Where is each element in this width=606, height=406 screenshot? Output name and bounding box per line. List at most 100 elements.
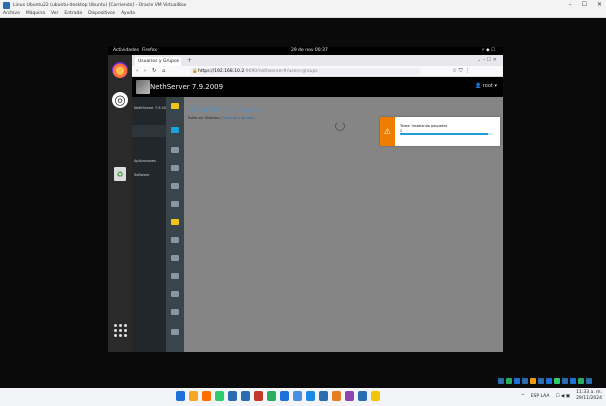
- logs-icon[interactable]: [171, 237, 179, 243]
- ubuntu-dock: ♻: [108, 55, 132, 352]
- gnome-top-bar: Actividades Firefox 29 de nov 00:37 ⚡ ◆ …: [108, 47, 503, 55]
- tab-bar-window-controls[interactable]: ⌄ – ☐ ✕: [477, 57, 497, 63]
- tray-network-icon[interactable]: ☐ ◀ ▣: [555, 394, 570, 399]
- firefox-icon[interactable]: [112, 62, 128, 78]
- vbox-status-icon[interactable]: [530, 378, 536, 384]
- network-icon[interactable]: [171, 147, 179, 153]
- url-path: :9090/nethserver#/users-groups: [244, 69, 318, 74]
- vbox-status-icon[interactable]: [514, 378, 520, 384]
- sidebar-item-aplicaciones[interactable]: Aplicaciones: [134, 159, 156, 163]
- users-icon[interactable]: [171, 127, 179, 133]
- nethserver-title: NethServer 7.9.2009: [150, 83, 224, 91]
- taskbar-app-icon[interactable]: [280, 391, 289, 401]
- url-bar[interactable]: 🔒 https://192.168.10.2:9090/nethserver#/…: [190, 68, 420, 75]
- update-icon[interactable]: [171, 291, 179, 297]
- trash-icon[interactable]: ♻: [114, 167, 126, 181]
- terminal-icon[interactable]: [171, 255, 179, 261]
- warning-icon: ⚠: [380, 117, 395, 146]
- app-menu-firefox[interactable]: Firefox: [142, 48, 157, 53]
- certificates-icon[interactable]: [171, 219, 179, 225]
- expand-icon[interactable]: [171, 329, 179, 335]
- activities-button[interactable]: Actividades: [113, 48, 139, 53]
- vbox-status-icon[interactable]: [546, 378, 552, 384]
- taskbar-clock[interactable]: 11:33 a. m. 29/11/2024: [576, 390, 602, 402]
- taskbar-app-icon[interactable]: [254, 391, 263, 401]
- menu-maquina[interactable]: Máquina: [26, 11, 45, 16]
- taskbar-app-icon[interactable]: [306, 391, 315, 401]
- vbox-title-bar: Linux Ubuntu22 (ubuntu-desktop Ubuntu) […: [0, 0, 606, 10]
- page-title: Usuarios y Grupos: [188, 105, 262, 114]
- taskbar-app-icon[interactable]: [228, 391, 237, 401]
- sidebar-item-active[interactable]: [132, 125, 166, 137]
- gnome-clock[interactable]: 29 de nov 00:37: [291, 48, 328, 53]
- tab-bar: Usuarios y Grupos - NethServer + ⌄ – ☐ ✕: [132, 55, 503, 66]
- settings-icon[interactable]: [171, 273, 179, 279]
- vbox-status-icon[interactable]: [506, 378, 512, 384]
- task-notification: ⚠ Tarea: Instalando paquetes 2: [380, 117, 500, 146]
- taskbar-app-icon[interactable]: [345, 391, 354, 401]
- taskbar-app-icon[interactable]: [189, 391, 198, 401]
- nethserver-header: NethServer 7.9.2009 👤 root ▾: [132, 77, 503, 97]
- maximize-icon[interactable]: ☐: [582, 1, 587, 8]
- vbox-status-icon[interactable]: [578, 378, 584, 384]
- menu-ayuda[interactable]: Ayuda: [121, 11, 135, 16]
- toolbar-right-icons[interactable]: ☆ ⛉ ⋮: [452, 68, 470, 75]
- window-controls: – ☐ ✕: [569, 1, 602, 8]
- taskbar-app-icon[interactable]: [241, 391, 250, 401]
- system-menu[interactable]: ⚡ ◆ ☐: [481, 48, 495, 53]
- backup-icon[interactable]: [171, 201, 179, 207]
- menu-dispositivos[interactable]: Dispositivos: [88, 11, 115, 16]
- forward-icon[interactable]: ›: [144, 68, 146, 74]
- shutdown-icon[interactable]: [171, 309, 179, 315]
- ubuntu-software-icon[interactable]: [112, 92, 128, 108]
- nethserver-logo-icon: [136, 80, 150, 94]
- close-icon[interactable]: ✕: [597, 1, 602, 8]
- vbox-menu-bar: Archivo Máquina Ver Entrada Dispositivos…: [0, 10, 606, 18]
- menu-archivo[interactable]: Archivo: [3, 11, 20, 16]
- vbox-status-icon[interactable]: [538, 378, 544, 384]
- virtualbox-logo-icon: [3, 1, 10, 9]
- reload-icon[interactable]: ↻: [152, 68, 157, 74]
- sidebar-item-software[interactable]: Software: [134, 173, 149, 177]
- taskbar-app-icon[interactable]: [371, 391, 380, 401]
- taskbar-app-icon[interactable]: [332, 391, 341, 401]
- storage-icon[interactable]: [171, 183, 179, 189]
- minimize-icon[interactable]: –: [569, 1, 572, 8]
- user-menu[interactable]: 👤 root ▾: [475, 83, 497, 89]
- icon-sidebar: [166, 97, 184, 352]
- menu-ver[interactable]: Ver: [51, 11, 58, 16]
- breadcrumb: Estás en: Sistema / Usuarios y grupos: [188, 116, 254, 120]
- tab-users-groups[interactable]: Usuarios y Grupos - NethServer: [135, 57, 181, 66]
- taskbar-app-icon[interactable]: [293, 391, 302, 401]
- host-sidebar: NethServer 7.9.2009 Aplicaciones Softwar…: [132, 97, 171, 352]
- home-icon[interactable]: ⌂: [162, 68, 166, 74]
- taskbar-app-icon[interactable]: [215, 391, 224, 401]
- input-language[interactable]: ESP LAA: [531, 394, 550, 399]
- vbox-status-icon[interactable]: [522, 378, 528, 384]
- taskbar-app-icon[interactable]: [358, 391, 367, 401]
- windows-taskbar: ^ ESP LAA ☐ ◀ ▣ 11:33 a. m. 29/11/2024: [0, 388, 606, 406]
- vbox-status-icon[interactable]: [498, 378, 504, 384]
- vbox-status-icon[interactable]: [586, 378, 592, 384]
- back-icon[interactable]: ‹: [136, 68, 138, 74]
- app-grid-icon[interactable]: [112, 322, 128, 338]
- vbox-status-icon[interactable]: [562, 378, 568, 384]
- services-icon[interactable]: [171, 165, 179, 171]
- vbox-status-icons: [498, 378, 592, 384]
- tray-chevron-icon[interactable]: ^: [521, 394, 525, 399]
- taskbar-app-icon[interactable]: [267, 391, 276, 401]
- lock-icon: 🔒: [192, 69, 198, 74]
- progress-fill: [400, 133, 489, 135]
- vbox-status-icon[interactable]: [570, 378, 576, 384]
- progress-bar: [400, 133, 493, 135]
- taskbar-app-icon[interactable]: [202, 391, 211, 401]
- firefox-window: Usuarios y Grupos - NethServer + ⌄ – ☐ ✕…: [132, 55, 503, 352]
- menu-entrada[interactable]: Entrada: [64, 11, 82, 16]
- vbox-status-icon[interactable]: [554, 378, 560, 384]
- new-tab-button[interactable]: +: [187, 57, 192, 64]
- dashboard-icon[interactable]: [171, 103, 179, 109]
- window-title: Linux Ubuntu22 (ubuntu-desktop Ubuntu) […: [13, 2, 187, 8]
- taskbar-app-icon[interactable]: [176, 391, 185, 401]
- breadcrumb-current[interactable]: Usuarios y grupos: [223, 116, 255, 120]
- taskbar-app-icon[interactable]: [319, 391, 328, 401]
